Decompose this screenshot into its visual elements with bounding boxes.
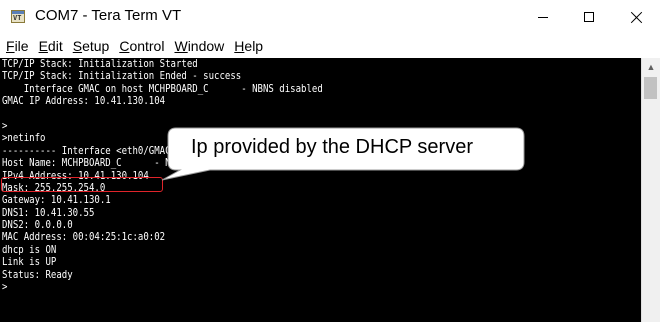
- terminal-line: Link is UP: [2, 256, 57, 269]
- menu-item-help[interactable]: Help: [230, 38, 267, 54]
- terminal-line: >: [2, 281, 8, 294]
- menu-bar: File Edit Setup Control Window Help: [0, 34, 660, 58]
- close-button[interactable]: [614, 0, 660, 34]
- menu-item-window[interactable]: Window: [170, 38, 228, 54]
- menu-label: indow: [187, 38, 225, 54]
- ipv4-highlight-box: [1, 177, 163, 192]
- vertical-scrollbar[interactable]: ▲: [641, 58, 660, 322]
- menu-mnemonic: F: [6, 38, 15, 54]
- menu-item-file[interactable]: File: [2, 38, 33, 54]
- terminal-line: TCP/IP Stack: Initialization Started: [2, 58, 198, 70]
- menu-label: ile: [14, 38, 29, 54]
- minimize-button[interactable]: [520, 0, 566, 34]
- title-bar[interactable]: VT COM7 - Tera Term VT: [0, 0, 660, 34]
- scroll-up-arrow-icon[interactable]: ▲: [642, 58, 660, 75]
- terminal-line: GMAC IP Address: 10.41.130.104: [2, 95, 166, 108]
- terminal-line: Gateway: 10.41.130.1: [2, 194, 111, 207]
- maximize-icon: [584, 12, 594, 22]
- app-icon-label: VT: [13, 14, 22, 22]
- callout-text: Ip provided by the DHCP server: [191, 136, 473, 158]
- terminal-line: DNS1: 10.41.30.55: [2, 206, 95, 219]
- terminal-line: dhcp is ON: [2, 243, 57, 256]
- terminal-line: TCP/IP Stack: Initialization Ended - suc…: [2, 70, 242, 83]
- minimize-icon: [538, 16, 548, 18]
- tera-term-app-icon[interactable]: VT: [11, 10, 25, 23]
- scroll-thumb[interactable]: [644, 77, 657, 99]
- menu-label: etup: [82, 38, 110, 54]
- terminal-output: TCP/IP Stack: Initialization Started TCP/…: [2, 58, 375, 293]
- terminal-line: >: [2, 119, 8, 132]
- menu-label: elp: [244, 38, 264, 54]
- menu-label: dit: [47, 38, 63, 54]
- menu-item-control[interactable]: Control: [115, 38, 168, 54]
- menu-label: ontrol: [129, 38, 165, 54]
- menu-mnemonic: C: [119, 38, 130, 54]
- maximize-button[interactable]: [566, 0, 612, 34]
- menu-mnemonic: H: [234, 38, 245, 54]
- terminal-line: Status: Ready: [2, 268, 73, 281]
- menu-item-edit[interactable]: Edit: [35, 38, 67, 54]
- menu-mnemonic: E: [38, 38, 48, 54]
- terminal-line: DNS2: 0.0.0.0: [2, 219, 73, 232]
- tera-term-window: VT COM7 - Tera Term VT File Edit Setup Cont…: [0, 0, 660, 322]
- terminal-line: Interface GMAC on host MCHPBOARD_C - NBN…: [2, 82, 323, 95]
- menu-mnemonic: W: [174, 38, 188, 54]
- window-title: COM7 - Tera Term VT: [35, 7, 182, 24]
- terminal-line: MAC Address: 00:04:25:1c:a0:02: [2, 231, 166, 244]
- menu-mnemonic: S: [72, 38, 83, 54]
- close-icon: [631, 11, 643, 23]
- menu-item-setup[interactable]: Setup: [69, 38, 114, 54]
